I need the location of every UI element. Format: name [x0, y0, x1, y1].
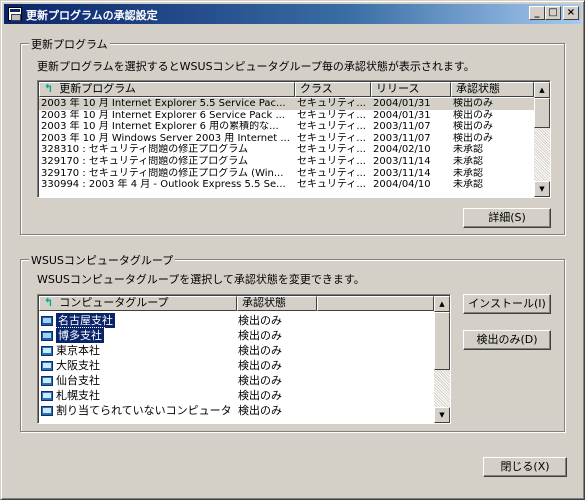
column-header-empty — [317, 296, 434, 311]
updates-scrollbar[interactable]: ▲ ▼ — [534, 82, 550, 197]
updates-list-rows: 2003 年 10 月 Internet Explorer 5.5 Servic… — [39, 98, 534, 191]
list-item[interactable]: 札幌支社 検出のみ — [39, 388, 314, 403]
close-window-button[interactable]: × — [563, 6, 579, 20]
close-button[interactable]: 閉じる(X) — [483, 457, 567, 477]
updates-group-legend: 更新プログラム — [29, 36, 110, 52]
column-header-group-status[interactable]: 承認状態 — [237, 296, 317, 311]
scroll-down-arrow-icon[interactable]: ▼ — [434, 407, 450, 423]
computer-group-icon — [41, 315, 53, 326]
title-bar[interactable]: 更新プログラムの承認設定 _ □ × — [4, 4, 581, 24]
updates-list-header: ↰ 更新プログラム クラス リリース 承認状態 — [39, 82, 534, 97]
table-row[interactable]: 330994 : 2003 年 4 月 - Outlook Express 5.… — [39, 179, 534, 191]
window-title: 更新プログラムの承認設定 — [26, 9, 158, 22]
window-app-icon — [8, 7, 22, 21]
list-item[interactable]: 仙台支社 検出のみ — [39, 373, 314, 388]
maximize-button[interactable]: □ — [545, 6, 561, 20]
scroll-up-arrow-icon[interactable]: ▲ — [534, 82, 550, 98]
updates-description: 更新プログラムを選択するとWSUSコンピュータグループ毎の承認状態が表示されます… — [37, 60, 475, 73]
computer-group-icon — [41, 375, 53, 386]
groups-listview[interactable]: ↰ コンピュータグループ 承認状態 名古屋支社 検出のみ 博多支社 検出のみ 東京… — [37, 294, 451, 424]
list-item[interactable]: 東京本社 検出のみ — [39, 343, 314, 358]
table-row[interactable]: 2003 年 10 月 Internet Explorer 6 Service … — [39, 110, 534, 122]
scroll-up-arrow-icon[interactable]: ▲ — [434, 296, 450, 312]
list-item[interactable]: 大阪支社 検出のみ — [39, 358, 314, 373]
table-row[interactable]: 2003 年 10 月 Internet Explorer 5.5 Servic… — [39, 98, 534, 110]
updates-listview[interactable]: ↰ 更新プログラム クラス リリース 承認状態 2003 年 10 月 Inter… — [37, 80, 551, 198]
scroll-thumb[interactable] — [534, 98, 550, 128]
list-item[interactable]: 割り当てられていないコンピュータ 検出のみ — [39, 403, 314, 418]
table-row[interactable]: 328310 : セキュリティ問題の修正プログラム セキュリティ... 2004… — [39, 144, 534, 156]
column-header-status[interactable]: 承認状態 — [451, 82, 534, 97]
computer-group-icon — [41, 405, 53, 416]
column-header-computer-group[interactable]: ↰ コンピュータグループ — [39, 296, 237, 311]
column-header-update[interactable]: ↰ 更新プログラム — [39, 82, 295, 97]
table-row[interactable]: 329170 : セキュリティ問題の修正プログラム (Win... セキュリティ… — [39, 168, 534, 180]
scroll-thumb[interactable] — [434, 312, 450, 370]
minimize-button[interactable]: _ — [529, 6, 545, 20]
install-button[interactable]: インストール(I) — [463, 294, 551, 314]
list-item[interactable]: 博多支社 検出のみ — [39, 327, 314, 344]
groups-scrollbar[interactable]: ▲ ▼ — [434, 296, 450, 423]
sort-icon: ↰ — [44, 296, 54, 309]
list-item[interactable]: 名古屋支社 検出のみ — [39, 313, 314, 328]
computer-group-icon — [41, 360, 53, 371]
table-row[interactable]: 329170 : セキュリティ問題の修正プログラム セキュリティ... 2003… — [39, 156, 534, 168]
column-header-release[interactable]: リリース — [371, 82, 451, 97]
groups-list-header: ↰ コンピュータグループ 承認状態 — [39, 296, 434, 311]
details-button[interactable]: 詳細(S) — [463, 208, 551, 228]
table-row[interactable]: 2003 年 10 月 Windows Server 2003 用 Intern… — [39, 133, 534, 145]
groups-description: WSUSコンピュータグループを選択して承認状態を変更できます。 — [37, 273, 365, 286]
groups-group-legend: WSUSコンピュータグループ — [29, 252, 176, 268]
computer-group-icon — [41, 330, 53, 341]
column-header-class[interactable]: クラス — [295, 82, 371, 97]
computer-group-icon — [41, 345, 53, 356]
groups-list-rows: 名古屋支社 検出のみ 博多支社 検出のみ 東京本社 検出のみ 大阪支社 検出のみ… — [39, 313, 314, 418]
sort-ascending-icon: ↰ — [44, 82, 54, 95]
computer-group-icon — [41, 390, 53, 401]
detect-only-button[interactable]: 検出のみ(D) — [463, 330, 551, 350]
approval-settings-window: 更新プログラムの承認設定 _ □ × 更新プログラム 更新プログラムを選択すると… — [0, 0, 585, 500]
scroll-down-arrow-icon[interactable]: ▼ — [534, 181, 550, 197]
table-row[interactable]: 2003 年 10 月 Internet Explorer 6 用の累積的な..… — [39, 121, 534, 133]
